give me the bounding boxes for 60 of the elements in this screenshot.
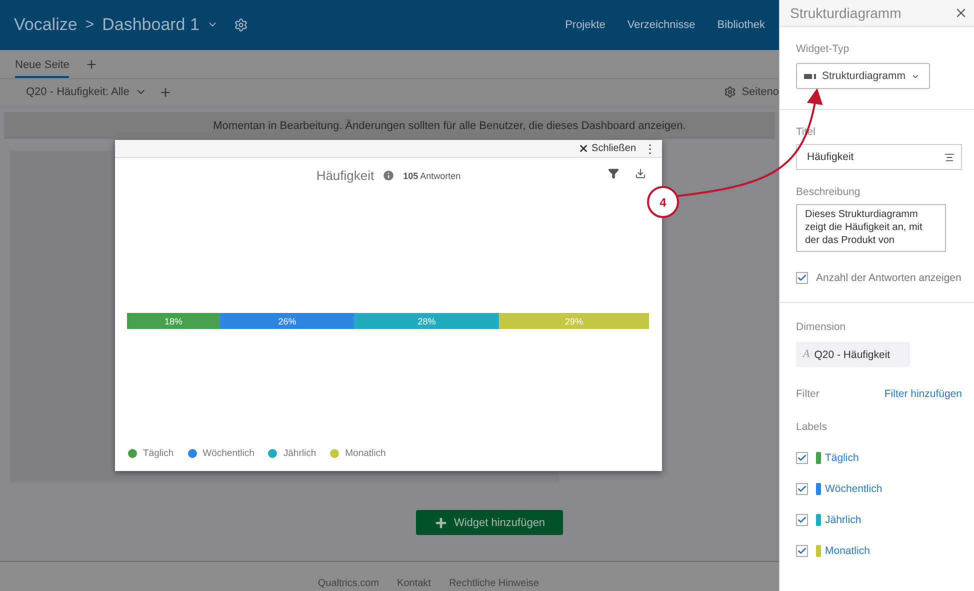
field-label: Beschreibung — [796, 186, 862, 198]
more-menu[interactable]: ⋮ — [644, 142, 656, 156]
checkbox[interactable] — [796, 514, 808, 526]
align-icon[interactable] — [944, 152, 955, 162]
widget-type-select[interactable]: Strukturdiagramm — [796, 63, 930, 89]
close-icon[interactable] — [954, 6, 968, 20]
settings-icon[interactable] — [234, 18, 248, 32]
widget-title: Häufigkeit — [316, 168, 374, 183]
footer-link[interactable]: Qualtrics.com — [318, 578, 380, 589]
field-label: Filter — [796, 388, 820, 400]
filter-dropdown[interactable]: Q20 - Häufigkeit: Alle — [26, 86, 148, 98]
description-field[interactable]: Dieses Strukturdiagramm zeigt die Häufigkeit an, mit der das Produkt von — [796, 204, 946, 252]
field-label: Dimension — [796, 321, 847, 333]
value-label: 29% — [565, 316, 584, 326]
page-options-button[interactable]: Seiteno — [724, 86, 779, 98]
info-icon[interactable] — [382, 169, 396, 182]
dashboard-title[interactable]: Dashboard 1 — [102, 14, 200, 35]
label-link[interactable]: Jährlich — [825, 514, 862, 526]
checkbox[interactable] — [796, 545, 808, 557]
field-label: Labels — [796, 421, 828, 433]
footer-link[interactable]: Rechtliche Hinweise — [448, 578, 539, 589]
text-type-icon: A — [803, 349, 810, 360]
value-label: 26% — [278, 316, 296, 326]
add-filter-icon[interactable] — [159, 86, 172, 99]
add-widget-button[interactable]: Widget hinzufügen — [416, 510, 564, 536]
nav-link[interactable]: Bibliothek — [717, 18, 765, 31]
label-link[interactable]: Täglich — [825, 452, 859, 464]
breadcrumb-separator: > — [85, 16, 94, 34]
nav-link[interactable]: Projekte — [565, 18, 606, 31]
brand-name[interactable]: Vocalize — [14, 14, 78, 35]
label-link[interactable]: Monatlich — [825, 545, 870, 557]
download-icon[interactable] — [635, 168, 646, 179]
settings-icon — [724, 86, 736, 98]
checkbox-label: Anzahl der Antworten anzeigen — [816, 272, 962, 284]
legend-label: Wöchentlich — [202, 448, 254, 459]
footer-link[interactable]: Kontakt — [397, 578, 431, 589]
field-label: Widget-Typ — [796, 43, 850, 55]
title-field[interactable]: Häufigkeit — [796, 144, 962, 170]
plus-icon — [434, 516, 448, 530]
editing-banner: Momentan in Bearbeitung. Änderungen sollten für alle Benutzer, die dieses Dashboard anzeigen. — [4, 112, 775, 140]
add-filter-link[interactable]: Filter hinzufügen — [884, 388, 962, 400]
add-page-icon[interactable] — [85, 58, 98, 71]
value-label: 18% — [164, 316, 183, 326]
dimension-chip[interactable]: A Q20 - Häufigkeit — [796, 342, 910, 367]
legend-label: Monatlich — [345, 448, 386, 459]
checkbox[interactable] — [796, 272, 808, 284]
checkbox[interactable] — [796, 452, 808, 464]
panel-title: Strukturdiagramm — [790, 5, 902, 21]
close-button[interactable]: Schließen — [578, 143, 636, 154]
close-icon — [578, 143, 589, 154]
legend-label: Täglich — [143, 448, 174, 459]
filter-icon[interactable] — [608, 168, 619, 179]
checkbox[interactable] — [796, 483, 808, 495]
callout-badge: 4 — [647, 186, 679, 218]
bar-chart-icon — [804, 74, 816, 78]
nav-link[interactable]: Verzeichnisse — [627, 18, 696, 31]
response-count: 105 Antworten — [403, 170, 461, 180]
legend-label: Jährlich — [283, 448, 316, 459]
value-label: 28% — [418, 316, 436, 326]
label-link[interactable]: Wöchentlich — [825, 483, 882, 495]
